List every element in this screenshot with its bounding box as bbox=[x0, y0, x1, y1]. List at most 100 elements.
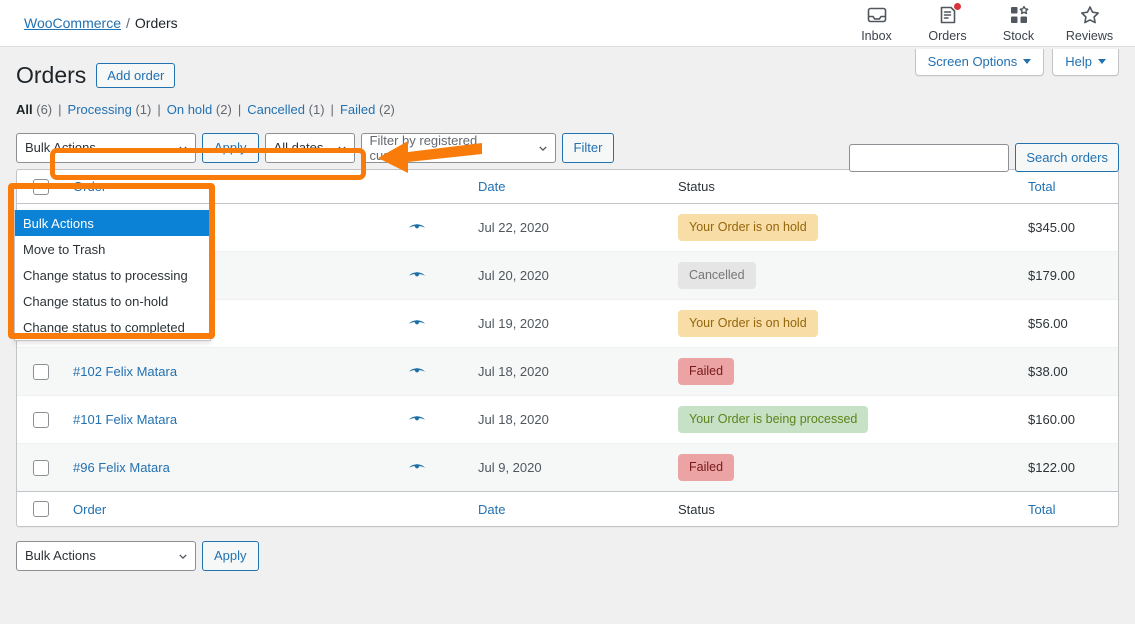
select-all-checkbox-top[interactable] bbox=[33, 178, 49, 195]
breadcrumb-root-link[interactable]: WooCommerce bbox=[24, 15, 121, 31]
status-filter-failed-label: Failed bbox=[339, 102, 376, 118]
reviews-icon bbox=[1079, 4, 1101, 26]
row-checkbox[interactable] bbox=[33, 364, 49, 381]
row-total-cell: $345.00 bbox=[1028, 220, 1075, 236]
status-badge: Your Order is on hold bbox=[678, 214, 818, 242]
help-button[interactable]: Help bbox=[1052, 49, 1119, 76]
customer-filter-placeholder: Filter by registered customer bbox=[369, 132, 478, 163]
dropdown-option-change-status-completed[interactable]: Change status to completed bbox=[15, 314, 210, 340]
status-filter-cancelled-label: Cancelled bbox=[247, 102, 306, 118]
add-order-button[interactable]: Add order bbox=[96, 63, 176, 89]
column-header-date[interactable]: Date bbox=[468, 169, 668, 205]
apply-button-top[interactable]: Apply bbox=[202, 132, 259, 163]
topnav-item-inbox[interactable]: Inbox bbox=[841, 0, 912, 43]
row-total-cell: $179.00 bbox=[1018, 251, 1118, 300]
filter-button[interactable]: Filter bbox=[561, 132, 615, 163]
preview-eye-icon[interactable] bbox=[408, 364, 426, 379]
dropdown-option-bulk-actions[interactable]: Bulk Actions bbox=[15, 210, 210, 236]
row-total-cell: $160.00 bbox=[1018, 395, 1118, 444]
top-bar: WooCommerce / Orders Inbox Orders Stock … bbox=[0, 0, 1135, 47]
row-date-cell: Jul 20, 2020 bbox=[468, 251, 668, 300]
row-preview-cell[interactable] bbox=[398, 204, 468, 252]
status-filter-on-hold[interactable]: On hold (2) bbox=[167, 102, 232, 117]
column-header-total[interactable]: Total bbox=[1018, 169, 1118, 205]
dropdown-option-move-to-trash[interactable]: Move to Trash bbox=[15, 236, 210, 262]
status-badge: Failed bbox=[678, 358, 735, 386]
status-filter-on-hold-label: On hold bbox=[166, 102, 213, 118]
preview-eye-icon[interactable] bbox=[408, 268, 426, 283]
row-checkbox[interactable] bbox=[33, 412, 49, 429]
status-badge: Failed bbox=[678, 454, 735, 482]
bulk-actions-dropdown-list[interactable]: Bulk Actions Move to Trash Change status… bbox=[14, 210, 211, 341]
bulk-actions-select-top-value: Bulk Actions bbox=[25, 140, 96, 156]
row-order-cell: #96 Felix Matara bbox=[63, 443, 398, 492]
column-footer-total[interactable]: Total bbox=[1018, 491, 1118, 526]
status-filter-on-hold-count: (2) bbox=[215, 102, 232, 118]
bulk-actions-select-bottom[interactable]: Bulk Actions bbox=[16, 540, 196, 571]
topnav-item-stock[interactable]: Stock bbox=[983, 0, 1054, 43]
tablenav-bottom: Bulk Actions Apply bbox=[16, 527, 1119, 571]
column-header-status: Status bbox=[668, 169, 1018, 205]
breadcrumb-separator: / bbox=[126, 15, 130, 31]
column-footer-date[interactable]: Date bbox=[468, 491, 668, 526]
breadcrumb: WooCommerce / Orders bbox=[24, 15, 178, 31]
preview-eye-icon[interactable] bbox=[408, 220, 426, 235]
row-total-cell: $56.00 bbox=[1018, 299, 1118, 348]
select-all-footer[interactable] bbox=[17, 491, 63, 526]
row-preview-cell[interactable] bbox=[398, 251, 468, 300]
status-filter-all[interactable]: All (6) bbox=[16, 102, 52, 117]
date-filter-select[interactable]: All dates bbox=[264, 132, 355, 163]
orders-notification-badge bbox=[953, 3, 961, 10]
row-checkbox-cell[interactable] bbox=[17, 347, 63, 396]
topnav-label-reviews: Reviews bbox=[1065, 29, 1114, 43]
column-footer-preview bbox=[398, 491, 468, 526]
select-all-header[interactable] bbox=[17, 169, 63, 205]
status-filter-cancelled[interactable]: Cancelled (1) bbox=[247, 102, 324, 117]
status-badge: Your Order is being processed bbox=[678, 406, 869, 434]
page-title: Orders bbox=[16, 62, 87, 88]
date-filter-value: All dates bbox=[273, 140, 324, 156]
row-date-cell: Jul 22, 2020 bbox=[478, 220, 549, 236]
dropdown-option-change-status-processing[interactable]: Change status to processing bbox=[15, 262, 210, 288]
preview-eye-icon[interactable] bbox=[408, 316, 426, 331]
select-all-checkbox-bottom[interactable] bbox=[33, 501, 49, 518]
screen-options-button[interactable]: Screen Options bbox=[914, 49, 1045, 76]
row-preview-cell[interactable] bbox=[398, 443, 468, 492]
column-header-preview bbox=[398, 169, 468, 205]
orders-page: Orders Add order All (6) | Processing (1… bbox=[0, 47, 1135, 571]
status-badge: Cancelled bbox=[678, 262, 756, 290]
topnav-item-reviews[interactable]: Reviews bbox=[1054, 0, 1125, 43]
table-header-row: Order Date Status Total bbox=[17, 169, 1118, 205]
dropdown-option-change-status-on-hold[interactable]: Change status to on-hold bbox=[15, 288, 210, 314]
preview-eye-icon[interactable] bbox=[408, 460, 426, 475]
status-filter-all-label: All bbox=[16, 102, 33, 118]
row-status-cell: Failed bbox=[668, 443, 1018, 492]
chevron-down-icon bbox=[1023, 59, 1032, 64]
preview-eye-icon[interactable] bbox=[408, 412, 426, 427]
row-status-cell: Your Order is on hold bbox=[668, 299, 1018, 348]
status-filter-processing[interactable]: Processing (1) bbox=[68, 102, 152, 117]
column-footer-status: Status bbox=[668, 491, 1018, 526]
customer-filter-select[interactable]: Filter by registered customer bbox=[360, 132, 556, 163]
table-footer-row: Order Date Status Total bbox=[17, 491, 1118, 526]
row-checkbox[interactable] bbox=[33, 460, 49, 477]
top-nav-actions: Inbox Orders Stock Reviews bbox=[841, 0, 1125, 43]
row-preview-cell[interactable] bbox=[398, 347, 468, 396]
bulk-actions-select-bottom-value: Bulk Actions bbox=[25, 548, 96, 564]
chevron-down-icon bbox=[337, 146, 346, 151]
apply-button-bottom[interactable]: Apply bbox=[202, 540, 259, 571]
row-preview-cell[interactable] bbox=[398, 299, 468, 348]
column-header-order[interactable]: Order bbox=[63, 169, 398, 205]
row-checkbox-cell[interactable] bbox=[17, 443, 63, 492]
row-preview-cell[interactable] bbox=[398, 395, 468, 444]
bulk-actions-select-top[interactable]: Bulk Actions bbox=[16, 132, 196, 163]
row-date-cell: Jul 19, 2020 bbox=[468, 299, 668, 348]
topnav-item-orders[interactable]: Orders bbox=[912, 0, 983, 43]
column-footer-order[interactable]: Order bbox=[63, 491, 398, 526]
stock-icon bbox=[1008, 4, 1030, 26]
status-filter-failed[interactable]: Failed (2) bbox=[340, 102, 395, 117]
order-link[interactable]: #101 Felix Matara bbox=[73, 412, 177, 427]
order-link[interactable]: #102 Felix Matara bbox=[73, 364, 177, 379]
order-link[interactable]: #96 Felix Matara bbox=[73, 460, 170, 475]
row-checkbox-cell[interactable] bbox=[17, 395, 63, 444]
